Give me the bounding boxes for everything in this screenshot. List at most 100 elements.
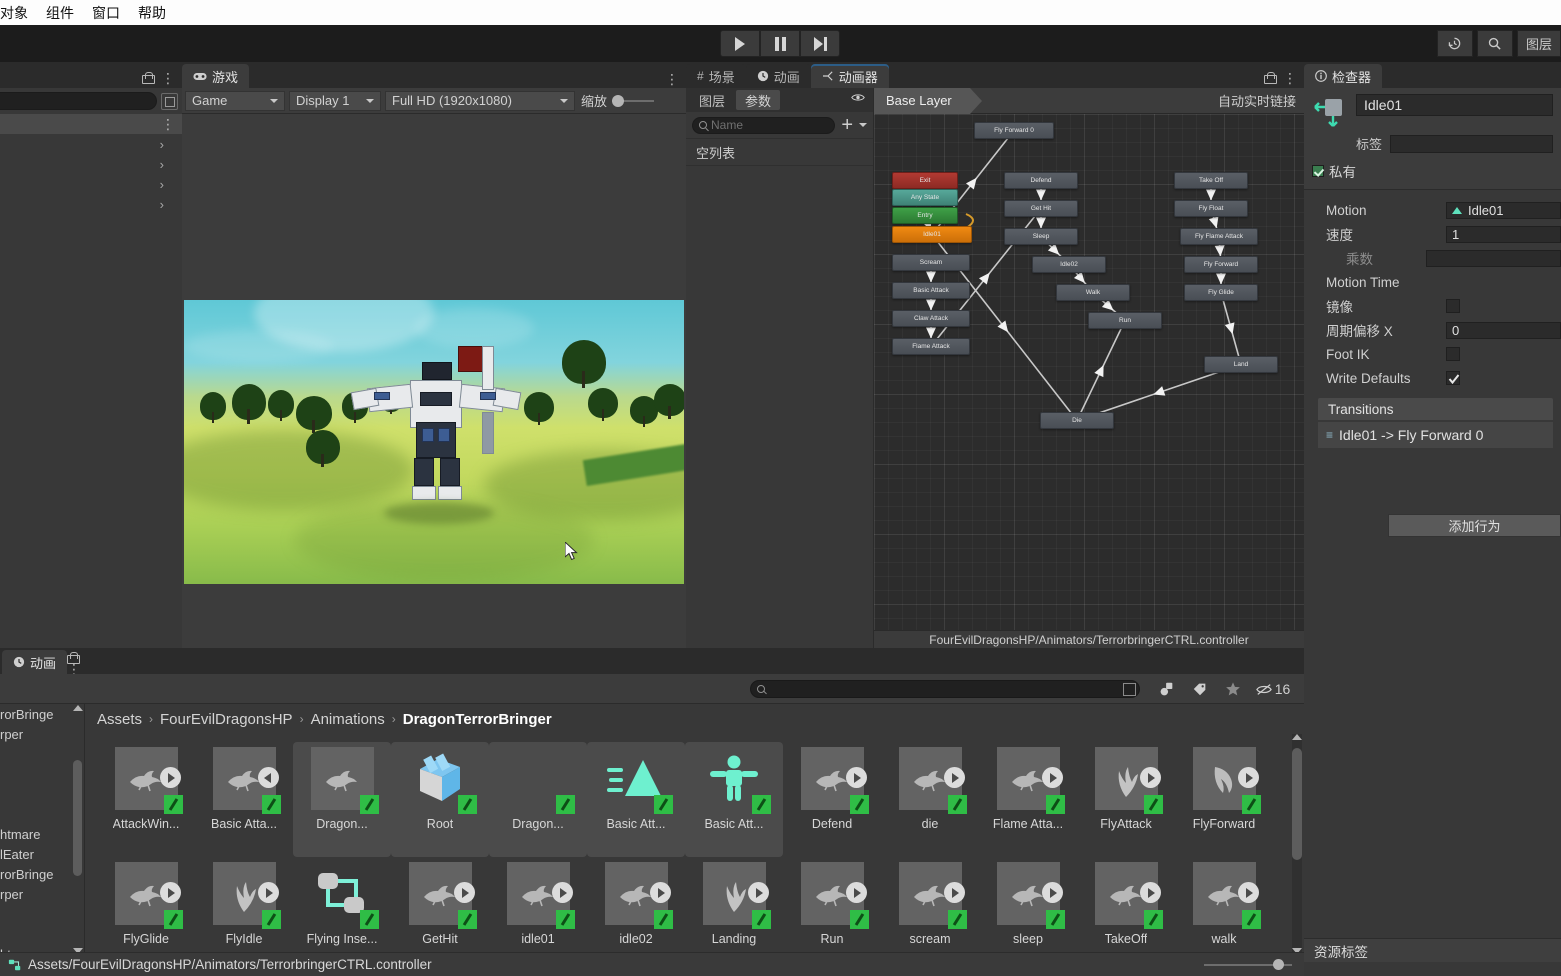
history-button[interactable] (1436, 30, 1473, 57)
animator-state-node[interactable]: Any State (892, 189, 958, 206)
project-search-input[interactable] (750, 679, 1140, 698)
kebab-menu-icon[interactable]: ⋮ (161, 71, 176, 85)
project-tree-row[interactable] (0, 744, 84, 764)
tab-scene[interactable]: # 场景 (686, 64, 746, 88)
animator-state-node[interactable]: Sleep (1004, 228, 1078, 245)
asset-grid-item[interactable]: Landing (685, 857, 783, 954)
preview-play-badge[interactable] (845, 767, 867, 788)
scroll-up-icon[interactable] (1292, 734, 1302, 740)
preview-play-badge[interactable] (845, 882, 867, 903)
project-tree-row[interactable] (0, 804, 84, 824)
preview-play-badge[interactable] (943, 767, 965, 788)
tab-parameters[interactable]: 参数 (736, 90, 781, 110)
tab-animator[interactable]: 动画器 (810, 64, 889, 88)
game-resolution-dropdown[interactable]: Full HD (1920x1080) (385, 90, 575, 111)
animator-state-node[interactable]: Land (1204, 356, 1278, 373)
inspector-field-checkbox[interactable] (1446, 347, 1460, 361)
menu-item-component[interactable]: 组件 (46, 3, 74, 23)
asset-grid-item[interactable]: FlyAttack (1077, 742, 1175, 857)
asset-grid-item[interactable]: AttackWin... (97, 742, 195, 857)
private-row[interactable]: 私有 (1312, 161, 1553, 181)
project-tree-row[interactable]: rorBringe (0, 864, 84, 884)
asset-labels-body[interactable] (1304, 962, 1561, 976)
hierarchy-row-3[interactable]: › (0, 174, 182, 194)
preview-play-badge[interactable] (943, 882, 965, 903)
animator-state-node[interactable]: Entry (892, 207, 958, 224)
animator-state-node[interactable]: Fly Flame Attack (1180, 228, 1258, 245)
inspector-field-value[interactable] (1426, 249, 1561, 267)
animator-state-node[interactable]: Basic Attack (892, 282, 970, 299)
asset-grid-item[interactable]: Dragon... (293, 742, 391, 857)
filter-by-type-button[interactable] (1155, 678, 1179, 700)
preview-play-badge[interactable] (1041, 767, 1063, 788)
animator-state-node[interactable]: Defend (1004, 172, 1078, 189)
lock-icon[interactable] (67, 652, 81, 664)
project-tree-row[interactable]: rorBringe (0, 704, 84, 724)
filter-by-label-button[interactable] (1188, 678, 1212, 700)
project-tree-row[interactable] (0, 764, 84, 784)
scroll-up-icon[interactable] (73, 705, 83, 711)
preview-play-badge[interactable] (159, 882, 181, 903)
project-tree-row[interactable] (0, 784, 84, 804)
asset-grid-item[interactable]: sleep (979, 857, 1077, 954)
inspector-field-value[interactable]: 1 (1446, 225, 1561, 243)
hierarchy-row-light[interactable]: Light (0, 214, 182, 240)
tab-animation-bottom[interactable]: 动画 (2, 650, 68, 674)
project-tree-row[interactable]: rper (0, 884, 84, 904)
animator-state-node[interactable]: Flame Attack (892, 338, 970, 355)
asset-grid-item[interactable]: FlyGlide (97, 857, 195, 954)
kebab-menu-icon[interactable]: ⋮ (665, 72, 680, 86)
inspector-field-checkbox[interactable] (1446, 371, 1460, 385)
inspector-field-checkbox[interactable] (1446, 299, 1460, 313)
asset-grid-item[interactable]: idle01 (489, 857, 587, 954)
project-tree-row[interactable] (0, 924, 84, 944)
preview-play-badge[interactable] (1237, 882, 1259, 903)
step-button[interactable] (800, 30, 840, 57)
asset-grid-item[interactable]: Dragon... (489, 742, 587, 857)
asset-grid-item[interactable]: idle02 (587, 857, 685, 954)
breadcrumb-segment[interactable]: FourEvilDragonsHP (160, 711, 293, 728)
animator-state-node[interactable]: Walk (1056, 284, 1130, 301)
menu-item-window[interactable]: 窗口 (92, 3, 120, 23)
asset-grid-item[interactable]: GetHit (391, 857, 489, 954)
asset-grid-item[interactable]: Basic Atta... (195, 742, 293, 857)
game-render-canvas[interactable] (184, 300, 684, 584)
game-display-dropdown[interactable]: Display 1 (289, 90, 381, 111)
grid-zoom-slider[interactable] (1204, 958, 1292, 972)
hierarchy-search-input[interactable] (0, 92, 157, 110)
preview-play-badge[interactable] (649, 882, 671, 903)
animator-state-node[interactable]: Exit (892, 172, 958, 189)
preview-play-badge[interactable] (1237, 767, 1259, 788)
asset-name-field[interactable]: Idle01 (1356, 94, 1553, 116)
pause-button[interactable] (760, 30, 800, 57)
tag-input[interactable] (1390, 134, 1553, 153)
breadcrumb-segment[interactable]: DragonTerrorBringer (403, 711, 552, 728)
preview-play-badge[interactable] (1041, 882, 1063, 903)
animator-state-node[interactable]: Idle02 (1032, 256, 1106, 273)
asset-grid-scrollbar[interactable] (1292, 734, 1302, 954)
add-behaviour-button[interactable]: 添加行为 (1388, 514, 1561, 537)
chevron-down-icon[interactable] (859, 123, 867, 127)
asset-grid-item[interactable]: Flying Inse... (293, 857, 391, 954)
scene-kebab-icon[interactable]: ⋮ (161, 117, 176, 131)
state-machine-canvas[interactable]: Fly Forward 0 Exit Any State Entry Idle01 Scr… (874, 114, 1304, 630)
tab-animation[interactable]: 动画 (745, 64, 811, 88)
menu-item-help[interactable]: 帮助 (138, 3, 166, 23)
hierarchy-row-2[interactable]: › (0, 154, 182, 174)
layers-dropdown[interactable]: 图层 (1516, 30, 1561, 57)
inspector-field-value[interactable]: Idle01 (1446, 201, 1561, 219)
add-parameter-button[interactable]: + (841, 115, 853, 135)
preview-play-badge[interactable] (257, 882, 279, 903)
breadcrumb-segment[interactable]: Animations (311, 711, 385, 728)
lock-icon[interactable] (142, 72, 155, 84)
search-button[interactable] (1476, 30, 1513, 57)
project-tree-row[interactable]: rper (0, 724, 84, 744)
hierarchy-scene-row[interactable]: e* ⋮ (0, 114, 182, 134)
asset-grid-item[interactable]: FlyIdle (195, 857, 293, 954)
eye-icon[interactable] (851, 93, 865, 102)
game-aspect-dropdown[interactable]: Game (185, 90, 285, 111)
lock-icon[interactable] (1264, 72, 1277, 84)
hidden-assets-counter[interactable]: 16 (1250, 678, 1296, 700)
animator-state-node[interactable]: Get Hit (1004, 200, 1078, 217)
base-layer-breadcrumb[interactable]: Base Layer (874, 87, 982, 114)
